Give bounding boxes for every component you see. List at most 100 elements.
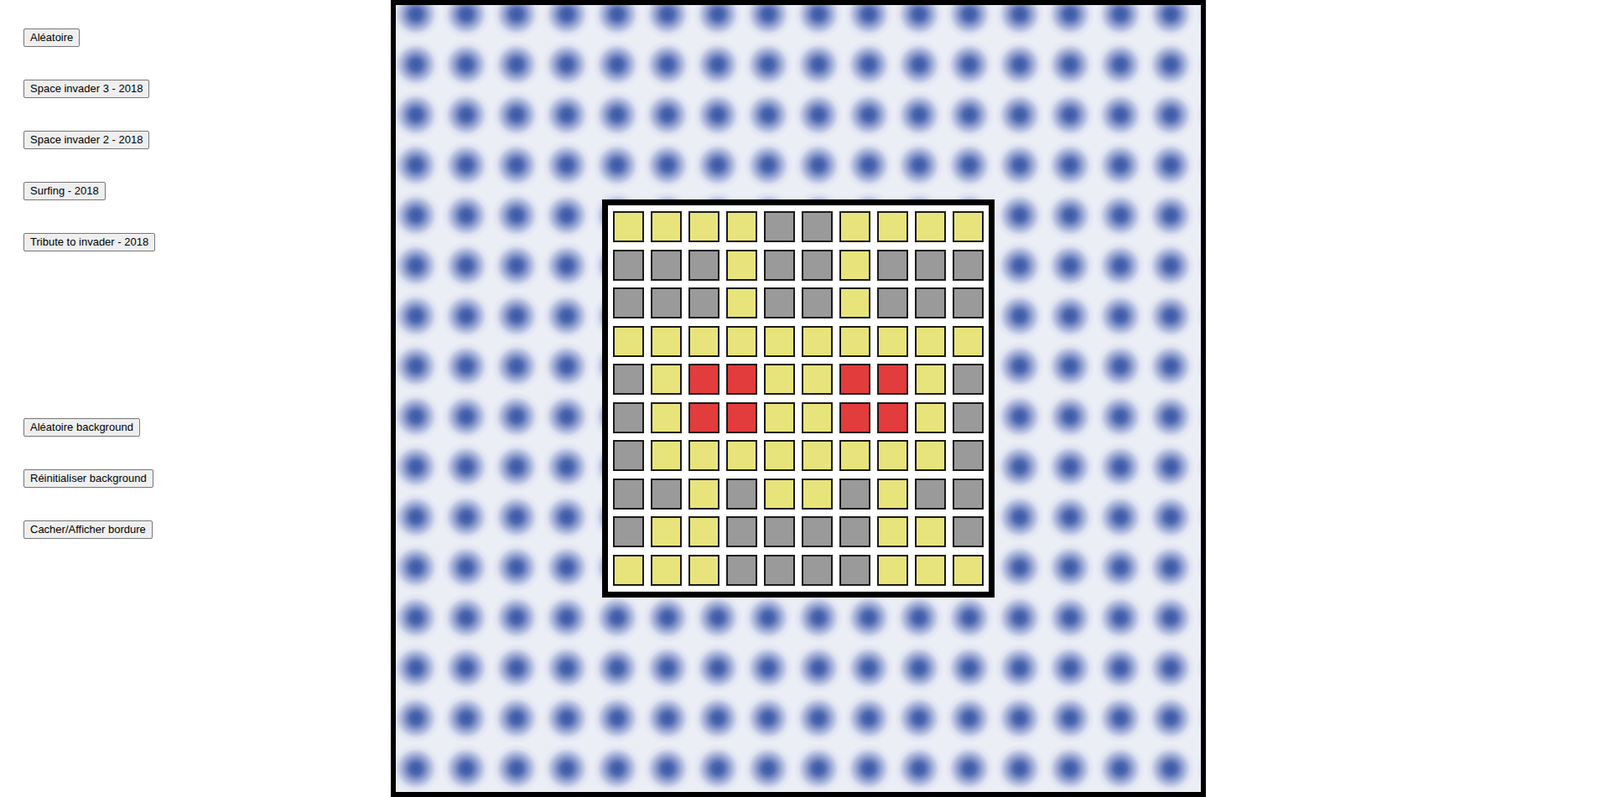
- pixel-cell[interactable]: [952, 326, 984, 358]
- pixel-cell[interactable]: [688, 287, 720, 319]
- pixel-cell[interactable]: [612, 363, 645, 395]
- pixel-cell[interactable]: [763, 478, 795, 510]
- pixel-cell[interactable]: [688, 249, 720, 281]
- pixel-cell[interactable]: [650, 249, 682, 281]
- pixel-cell[interactable]: [952, 440, 984, 472]
- pixel-cell[interactable]: [763, 516, 795, 548]
- pixel-cell[interactable]: [763, 249, 795, 281]
- pixel-cell[interactable]: [650, 211, 682, 243]
- pixel-cell[interactable]: [612, 287, 645, 319]
- pixel-cell[interactable]: [952, 249, 984, 281]
- pixel-cell[interactable]: [877, 478, 909, 510]
- pixel-cell[interactable]: [763, 555, 795, 587]
- pixel-cell[interactable]: [650, 363, 682, 395]
- pixel-cell[interactable]: [726, 287, 758, 319]
- pixel-cell[interactable]: [801, 363, 833, 395]
- pixel-cell[interactable]: [914, 440, 946, 472]
- pixel-cell[interactable]: [650, 440, 682, 472]
- pixel-cell[interactable]: [763, 402, 795, 434]
- pixel-cell[interactable]: [726, 516, 758, 548]
- pixel-cell[interactable]: [763, 211, 795, 243]
- pixel-cell[interactable]: [688, 326, 720, 358]
- pixel-cell[interactable]: [801, 326, 833, 358]
- background-button[interactable]: Réinitialiser background: [23, 469, 154, 489]
- pixel-cell[interactable]: [801, 440, 833, 472]
- pixel-cell[interactable]: [688, 402, 720, 434]
- pixel-cell[interactable]: [801, 555, 833, 587]
- pixel-cell[interactable]: [801, 211, 833, 243]
- pixel-cell[interactable]: [726, 402, 758, 434]
- pixel-cell[interactable]: [839, 363, 871, 395]
- pixel-cell[interactable]: [914, 516, 946, 548]
- pixel-cell[interactable]: [612, 478, 645, 510]
- pixel-cell[interactable]: [914, 363, 946, 395]
- pixel-cell[interactable]: [801, 478, 833, 510]
- pixel-cell[interactable]: [688, 211, 720, 243]
- pixel-cell[interactable]: [952, 363, 984, 395]
- pixel-cell[interactable]: [839, 211, 871, 243]
- pixel-cell[interactable]: [726, 326, 758, 358]
- pixel-cell[interactable]: [726, 440, 758, 472]
- pattern-button[interactable]: Tribute to invader - 2018: [23, 233, 156, 252]
- pixel-cell[interactable]: [688, 478, 720, 510]
- pixel-cell[interactable]: [801, 249, 833, 281]
- pixel-cell[interactable]: [688, 440, 720, 472]
- pixel-cell[interactable]: [612, 211, 645, 243]
- pixel-cell[interactable]: [726, 249, 758, 281]
- pixel-cell[interactable]: [839, 402, 871, 434]
- pixel-cell[interactable]: [612, 555, 645, 587]
- pixel-cell[interactable]: [763, 363, 795, 395]
- pixel-cell[interactable]: [877, 402, 909, 434]
- pixel-cell[interactable]: [952, 478, 984, 510]
- pattern-button[interactable]: Space invader 2 - 2018: [23, 130, 150, 150]
- pixel-cell[interactable]: [877, 211, 909, 243]
- pixel-cell[interactable]: [688, 555, 720, 587]
- pixel-cell[interactable]: [612, 249, 645, 281]
- pixel-cell[interactable]: [726, 211, 758, 243]
- pixel-cell[interactable]: [801, 402, 833, 434]
- background-button[interactable]: Aléatoire background: [23, 418, 141, 437]
- pixel-cell[interactable]: [914, 326, 946, 358]
- pixel-cell[interactable]: [914, 211, 946, 243]
- pixel-cell[interactable]: [952, 211, 984, 243]
- pixel-cell[interactable]: [650, 326, 682, 358]
- pixel-cell[interactable]: [914, 249, 946, 281]
- pixel-cell[interactable]: [952, 287, 984, 319]
- background-button[interactable]: Cacher/Afficher bordure: [23, 520, 153, 540]
- pixel-cell[interactable]: [877, 363, 909, 395]
- pixel-cell[interactable]: [877, 440, 909, 472]
- pixel-cell[interactable]: [650, 516, 682, 548]
- pixel-cell[interactable]: [688, 363, 720, 395]
- pixel-cell[interactable]: [914, 555, 946, 587]
- pixel-cell[interactable]: [839, 440, 871, 472]
- pixel-cell[interactable]: [877, 326, 909, 358]
- pixel-cell[interactable]: [801, 516, 833, 548]
- pixel-cell[interactable]: [952, 516, 984, 548]
- pixel-cell[interactable]: [612, 326, 645, 358]
- pixel-cell[interactable]: [877, 287, 909, 319]
- pixel-cell[interactable]: [763, 287, 795, 319]
- pixel-cell[interactable]: [688, 516, 720, 548]
- pixel-cell[interactable]: [839, 287, 871, 319]
- pixel-cell[interactable]: [650, 478, 682, 510]
- pixel-cell[interactable]: [726, 555, 758, 587]
- pixel-cell[interactable]: [612, 440, 645, 472]
- pixel-cell[interactable]: [650, 287, 682, 319]
- pixel-cell[interactable]: [839, 516, 871, 548]
- pixel-cell[interactable]: [612, 516, 645, 548]
- pixel-cell[interactable]: [650, 402, 682, 434]
- pixel-cell[interactable]: [763, 326, 795, 358]
- pixel-cell[interactable]: [877, 249, 909, 281]
- pixel-cell[interactable]: [726, 363, 758, 395]
- pixel-cell[interactable]: [763, 440, 795, 472]
- pattern-button[interactable]: Aléatoire: [23, 28, 80, 47]
- pixel-cell[interactable]: [952, 555, 984, 587]
- pixel-cell[interactable]: [914, 287, 946, 319]
- pixel-cell[interactable]: [952, 402, 984, 434]
- pixel-cell[interactable]: [801, 287, 833, 319]
- pixel-cell[interactable]: [914, 478, 946, 510]
- pixel-cell[interactable]: [877, 555, 909, 587]
- pixel-cell[interactable]: [839, 326, 871, 358]
- pixel-cell[interactable]: [877, 516, 909, 548]
- pixel-cell[interactable]: [839, 478, 871, 510]
